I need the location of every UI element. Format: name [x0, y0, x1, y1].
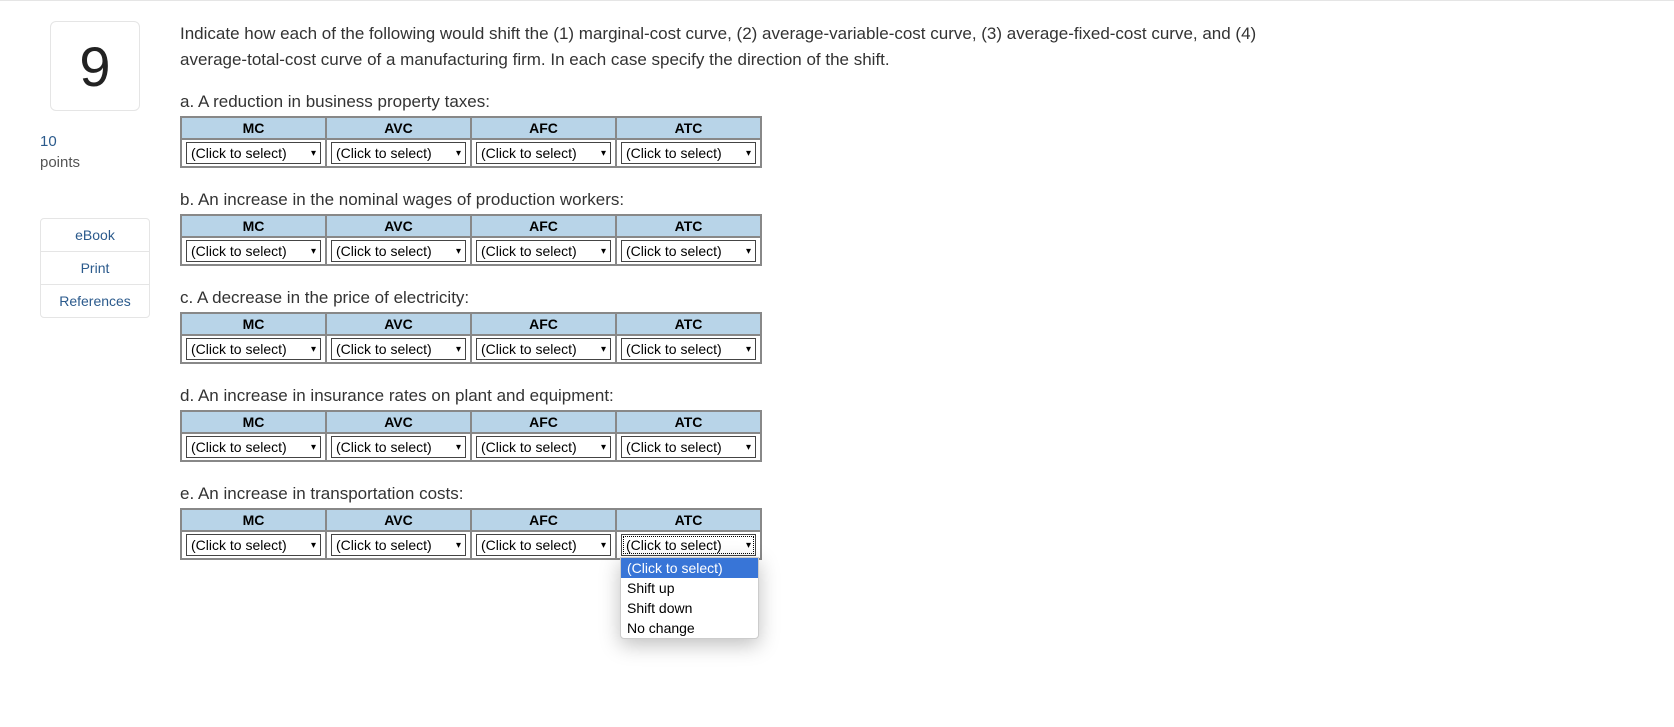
select-d-avc[interactable]: (Click to select)▾: [331, 436, 466, 458]
chevron-down-icon: ▾: [601, 540, 606, 551]
col-header-afc: AFC: [471, 509, 616, 531]
col-header-mc: MC: [181, 411, 326, 433]
subquestion-c-table: MC AVC AFC ATC (Click to select)▾ (Click…: [180, 312, 762, 364]
col-header-atc: ATC: [616, 411, 761, 433]
chevron-down-icon: ▾: [746, 148, 751, 159]
dropdown-option-shift-up[interactable]: Shift up: [621, 578, 758, 598]
subquestion-b-table: MC AVC AFC ATC (Click to select)▾ (Click…: [180, 214, 762, 266]
col-header-afc: AFC: [471, 117, 616, 139]
select-c-mc[interactable]: (Click to select)▾: [186, 338, 321, 360]
select-a-mc[interactable]: (Click to select)▾: [186, 142, 321, 164]
select-a-atc[interactable]: (Click to select)▾: [621, 142, 756, 164]
col-header-avc: AVC: [326, 411, 471, 433]
select-e-mc[interactable]: (Click to select)▾: [186, 534, 321, 556]
subquestion-e-label: e. An increase in transportation costs:: [180, 484, 1280, 504]
col-header-mc: MC: [181, 117, 326, 139]
col-header-avc: AVC: [326, 117, 471, 139]
subquestion-e: e. An increase in transportation costs: …: [180, 484, 1280, 560]
chevron-down-icon: ▾: [601, 442, 606, 453]
chevron-down-icon: ▾: [601, 344, 606, 355]
select-e-atc-dropdown: (Click to select) Shift up Shift down No…: [620, 557, 759, 639]
chevron-down-icon: ▾: [746, 344, 751, 355]
col-header-atc: ATC: [616, 313, 761, 335]
subquestion-a-label: a. A reduction in business property taxe…: [180, 92, 1280, 112]
subquestion-a-table: MC AVC AFC ATC (Click to select)▾ (Click…: [180, 116, 762, 168]
chevron-down-icon: ▾: [311, 540, 316, 551]
chevron-down-icon: ▾: [746, 540, 751, 551]
col-header-atc: ATC: [616, 117, 761, 139]
references-link[interactable]: References: [41, 285, 149, 317]
select-d-atc[interactable]: (Click to select)▾: [621, 436, 756, 458]
select-e-avc[interactable]: (Click to select)▾: [331, 534, 466, 556]
select-d-mc[interactable]: (Click to select)▾: [186, 436, 321, 458]
col-header-avc: AVC: [326, 509, 471, 531]
subquestion-d-label: d. An increase in insurance rates on pla…: [180, 386, 1280, 406]
resource-links: eBook Print References: [40, 218, 150, 318]
chevron-down-icon: ▾: [746, 442, 751, 453]
question-number-box: 9: [50, 21, 140, 111]
dropdown-option-shift-down[interactable]: Shift down: [621, 598, 758, 618]
subquestion-b-label: b. An increase in the nominal wages of p…: [180, 190, 1280, 210]
select-e-afc[interactable]: (Click to select)▾: [476, 534, 611, 556]
chevron-down-icon: ▾: [601, 148, 606, 159]
col-header-avc: AVC: [326, 313, 471, 335]
select-c-afc[interactable]: (Click to select)▾: [476, 338, 611, 360]
col-header-mc: MC: [181, 215, 326, 237]
dropdown-option-no-change[interactable]: No change: [621, 618, 758, 638]
question-prompt: Indicate how each of the following would…: [180, 21, 1280, 72]
chevron-down-icon: ▾: [456, 246, 461, 257]
col-header-atc: ATC: [616, 509, 761, 531]
select-c-avc[interactable]: (Click to select)▾: [331, 338, 466, 360]
select-a-afc[interactable]: (Click to select)▾: [476, 142, 611, 164]
chevron-down-icon: ▾: [311, 148, 316, 159]
select-b-mc[interactable]: (Click to select)▾: [186, 240, 321, 262]
points-label: points: [40, 154, 80, 171]
col-header-mc: MC: [181, 313, 326, 335]
ebook-link[interactable]: eBook: [41, 219, 149, 252]
col-header-afc: AFC: [471, 215, 616, 237]
points-value: 10: [40, 133, 57, 150]
subquestion-d-table: MC AVC AFC ATC (Click to select)▾ (Click…: [180, 410, 762, 462]
select-d-afc[interactable]: (Click to select)▾: [476, 436, 611, 458]
col-header-atc: ATC: [616, 215, 761, 237]
chevron-down-icon: ▾: [746, 246, 751, 257]
dropdown-option-placeholder[interactable]: (Click to select): [621, 558, 758, 578]
select-a-avc[interactable]: (Click to select)▾: [331, 142, 466, 164]
chevron-down-icon: ▾: [456, 442, 461, 453]
points-block: 10 points: [40, 131, 80, 173]
subquestion-c: c. A decrease in the price of electricit…: [180, 288, 1280, 364]
chevron-down-icon: ▾: [456, 344, 461, 355]
print-link[interactable]: Print: [41, 252, 149, 285]
subquestion-d: d. An increase in insurance rates on pla…: [180, 386, 1280, 462]
chevron-down-icon: ▾: [311, 442, 316, 453]
chevron-down-icon: ▾: [311, 344, 316, 355]
col-header-avc: AVC: [326, 215, 471, 237]
question-body: Indicate how each of the following would…: [180, 21, 1280, 582]
subquestion-a: a. A reduction in business property taxe…: [180, 92, 1280, 168]
chevron-down-icon: ▾: [601, 246, 606, 257]
subquestion-c-label: c. A decrease in the price of electricit…: [180, 288, 1280, 308]
col-header-afc: AFC: [471, 411, 616, 433]
select-e-atc[interactable]: (Click to select) ▾ (Click to select) Sh…: [621, 534, 756, 556]
left-sidebar: 9 10 points eBook Print References: [40, 21, 150, 582]
question-page: 9 10 points eBook Print References Indic…: [0, 1, 1674, 602]
chevron-down-icon: ▾: [311, 246, 316, 257]
select-b-afc[interactable]: (Click to select)▾: [476, 240, 611, 262]
chevron-down-icon: ▾: [456, 148, 461, 159]
subquestion-e-table: MC AVC AFC ATC (Click to select)▾ (Click…: [180, 508, 762, 560]
col-header-mc: MC: [181, 509, 326, 531]
select-b-avc[interactable]: (Click to select)▾: [331, 240, 466, 262]
chevron-down-icon: ▾: [456, 540, 461, 551]
col-header-afc: AFC: [471, 313, 616, 335]
select-b-atc[interactable]: (Click to select)▾: [621, 240, 756, 262]
select-c-atc[interactable]: (Click to select)▾: [621, 338, 756, 360]
subquestion-b: b. An increase in the nominal wages of p…: [180, 190, 1280, 266]
